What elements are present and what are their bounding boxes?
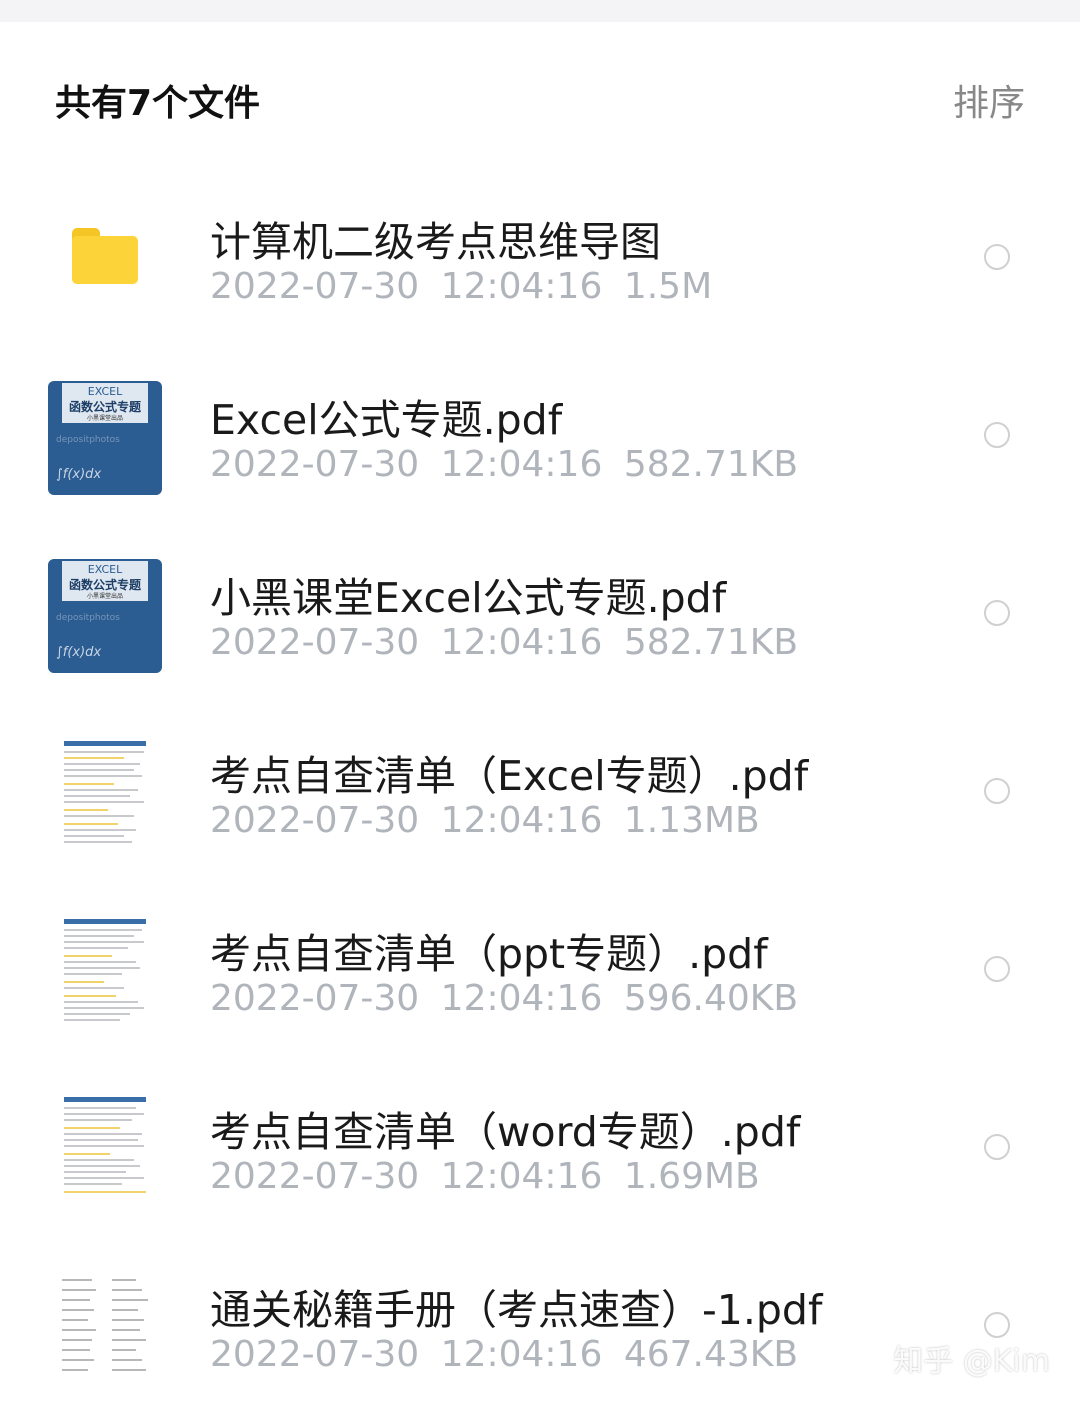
- select-checkbox[interactable]: [984, 244, 1010, 270]
- select-checkbox[interactable]: [984, 600, 1010, 626]
- file-meta: 2022-07-30 12:04:16 1.69MB: [210, 1156, 760, 1197]
- document-thumbnail: [48, 915, 162, 1029]
- file-name: 考点自查清单（ppt专题）.pdf: [210, 930, 768, 978]
- file-meta: 2022-07-30 12:04:16 582.71KB: [210, 622, 799, 663]
- list-item[interactable]: 考点自查清单（Excel专题）.pdf 2022-07-30 12:04:16 …: [0, 704, 1080, 882]
- list-item[interactable]: 通关秘籍手册（考点速查）-1.pdf 2022-07-30 12:04:16 4…: [0, 1238, 1080, 1416]
- excel-cover-thumbnail: EXCEL 函数公式专题 小黑课堂出品 depositphotos ∫f(x)d…: [48, 559, 162, 673]
- file-meta: 2022-07-30 12:04:16 1.5M: [210, 266, 713, 307]
- list-item[interactable]: 计算机二级考点思维导图 2022-07-30 12:04:16 1.5M: [0, 170, 1080, 348]
- list-item[interactable]: EXCEL 函数公式专题 小黑课堂出品 depositphotos ∫f(x)d…: [0, 348, 1080, 526]
- sort-button[interactable]: 排序: [953, 74, 1025, 126]
- document-thumbnail: [48, 1093, 162, 1207]
- list-item[interactable]: 考点自查清单（ppt专题）.pdf 2022-07-30 12:04:16 59…: [0, 882, 1080, 1060]
- select-checkbox[interactable]: [984, 1134, 1010, 1160]
- excel-cover-thumbnail: EXCEL 函数公式专题 小黑课堂出品 depositphotos ∫f(x)d…: [48, 381, 162, 495]
- select-checkbox[interactable]: [984, 422, 1010, 448]
- file-name: Excel公式专题.pdf: [210, 396, 563, 444]
- file-meta: 2022-07-30 12:04:16 467.43KB: [210, 1334, 799, 1375]
- select-checkbox[interactable]: [984, 778, 1010, 804]
- list-item[interactable]: EXCEL 函数公式专题 小黑课堂出品 depositphotos ∫f(x)d…: [0, 526, 1080, 704]
- list-header: 共有7个文件 排序: [0, 22, 1080, 172]
- zhihu-watermark: 知乎 @Kim: [893, 1344, 1050, 1379]
- status-bar-strip: [0, 0, 1080, 22]
- file-name: 考点自查清单（Excel专题）.pdf: [210, 752, 809, 800]
- select-checkbox[interactable]: [984, 956, 1010, 982]
- document-thumbnail: [48, 1271, 162, 1385]
- file-name: 计算机二级考点思维导图: [210, 218, 661, 266]
- file-name: 小黑课堂Excel公式专题.pdf: [210, 574, 727, 622]
- select-checkbox[interactable]: [984, 1312, 1010, 1338]
- document-thumbnail: [48, 737, 162, 851]
- file-meta: 2022-07-30 12:04:16 582.71KB: [210, 444, 799, 485]
- file-count-label: 共有7个文件: [55, 83, 261, 124]
- list-item[interactable]: 考点自查清单（word专题）.pdf 2022-07-30 12:04:16 1…: [0, 1060, 1080, 1238]
- folder-icon: [72, 228, 138, 284]
- file-meta: 2022-07-30 12:04:16 1.13MB: [210, 800, 760, 841]
- file-name: 通关秘籍手册（考点速查）-1.pdf: [210, 1286, 823, 1334]
- file-name: 考点自查清单（word专题）.pdf: [210, 1108, 801, 1156]
- file-meta: 2022-07-30 12:04:16 596.40KB: [210, 978, 799, 1019]
